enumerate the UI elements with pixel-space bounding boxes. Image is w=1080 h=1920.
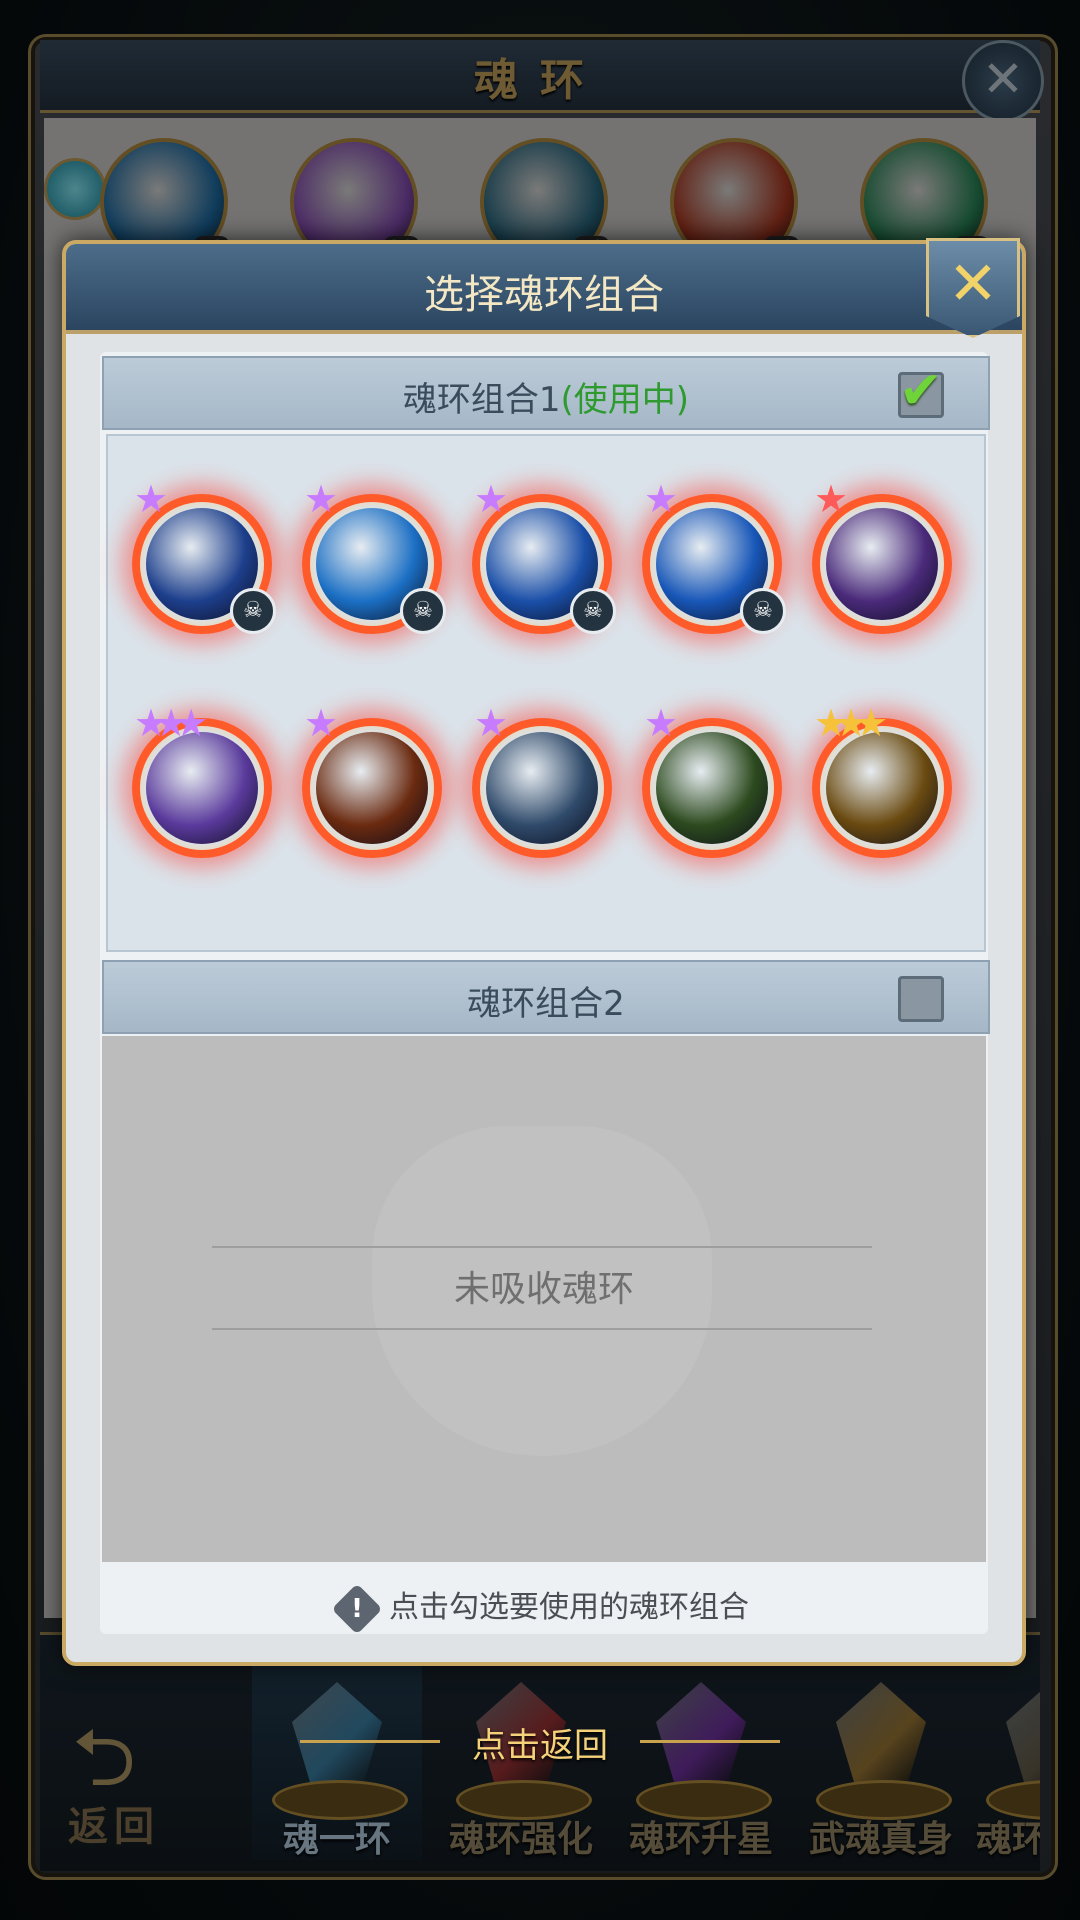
- soul-ring-icon: [656, 732, 768, 844]
- soul-ring-slot[interactable]: ★: [812, 480, 952, 634]
- skill-badge-icon: ☠: [400, 588, 446, 634]
- ring-combo-1-header[interactable]: 魂环组合1(使用中) ✔: [102, 356, 990, 430]
- soul-ring-icon: [146, 732, 258, 844]
- star-rank-icon: ★: [644, 701, 678, 745]
- combo-2-checkbox[interactable]: [898, 976, 944, 1022]
- checkmark-icon: ✔: [899, 361, 943, 421]
- tap-to-return-hint[interactable]: 点击返回: [0, 1718, 1080, 1767]
- star-rank-icon: ★★★: [814, 701, 888, 745]
- star-rank-icon: ★: [304, 477, 338, 521]
- soul-ring-slot[interactable]: ★★★: [132, 704, 272, 858]
- select-ring-combo-dialog: 选择魂环组合 ✕ 魂环组合1(使用中) ✔ ★ ☠ ★ ☠ ★ ☠ ★ ☠ ★ ★★★ …: [62, 238, 1026, 1666]
- soul-ring-slot[interactable]: ★: [302, 704, 442, 858]
- soul-ring-slot[interactable]: ★ ☠: [302, 480, 446, 634]
- skill-badge-icon: ☠: [230, 588, 276, 634]
- dialog-header: 选择魂环组合: [66, 244, 1022, 334]
- soul-ring-icon: [826, 732, 938, 844]
- star-rank-icon: ★★★: [134, 701, 208, 745]
- tip-text: 点击勾选要使用的魂环组合: [389, 1590, 749, 1625]
- divider: [212, 1328, 872, 1330]
- star-rank-icon: ★: [644, 477, 678, 521]
- instruction-tip: ! 点击勾选要使用的魂环组合: [66, 1582, 1022, 1634]
- star-rank-icon: ★: [134, 477, 168, 521]
- close-icon: ✕: [947, 249, 999, 319]
- combo-1-checkbox[interactable]: ✔: [898, 361, 944, 421]
- skill-badge-icon: ☠: [740, 588, 786, 634]
- star-rank-icon: ★: [814, 477, 848, 521]
- combo-title: 魂环组合2: [104, 976, 988, 1025]
- dialog-title: 选择魂环组合: [424, 272, 664, 318]
- soul-ring-slot[interactable]: ★ ☠: [472, 480, 616, 634]
- warning-icon: !: [331, 1583, 383, 1634]
- combo-title: 魂环组合1(使用中): [104, 372, 988, 421]
- soul-ring-icon: [316, 732, 428, 844]
- skill-badge-icon: ☠: [570, 588, 616, 634]
- ring-combo-2-empty: 未吸收魂环: [102, 1036, 986, 1562]
- soul-ring-icon: [486, 732, 598, 844]
- soul-ring-slot[interactable]: ★ ☠: [132, 480, 276, 634]
- ring-combo-1-grid: ★ ☠ ★ ☠ ★ ☠ ★ ☠ ★ ★★★ ★ ★ ★ ★★★: [106, 434, 986, 952]
- soul-ring-icon: [826, 508, 938, 620]
- combo-label: 魂环组合1: [402, 380, 561, 420]
- star-rank-icon: ★: [474, 701, 508, 745]
- divider: [212, 1246, 872, 1248]
- ring-combo-2-header[interactable]: 魂环组合2: [102, 960, 990, 1034]
- combo-label: 魂环组合2: [467, 984, 625, 1024]
- soul-ring-slot[interactable]: ★: [642, 704, 782, 858]
- empty-state-text: 未吸收魂环: [453, 1269, 634, 1310]
- soul-ring-slot[interactable]: ★★★: [812, 704, 952, 858]
- star-rank-icon: ★: [474, 477, 508, 521]
- combo-status-in-use: (使用中): [560, 380, 690, 420]
- soul-ring-slot[interactable]: ★: [472, 704, 612, 858]
- star-rank-icon: ★: [304, 701, 338, 745]
- soul-ring-slot[interactable]: ★ ☠: [642, 480, 786, 634]
